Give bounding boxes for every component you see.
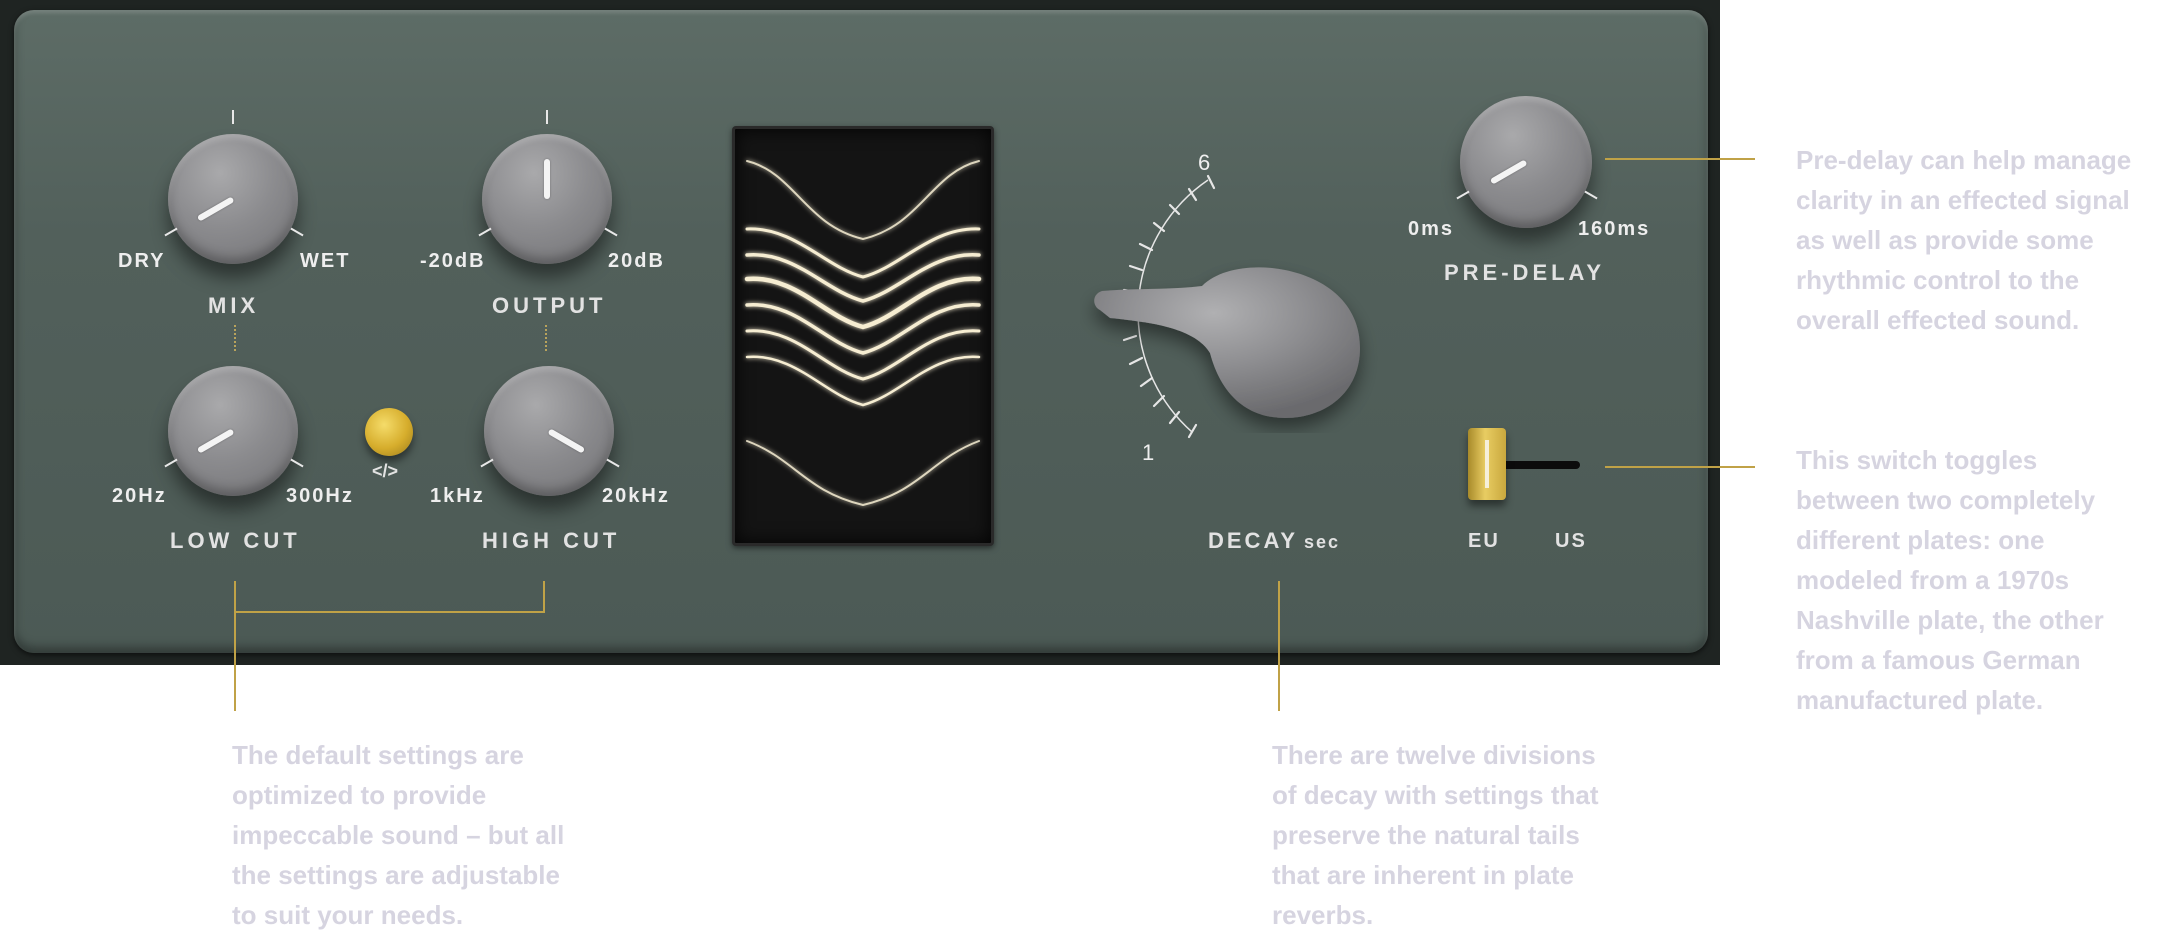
default-settings-note: The default settings are optimized to pr…	[232, 735, 564, 935]
pre-delay-min-label: 0ms	[1408, 218, 1455, 240]
high-cut-knob-pointer	[547, 428, 586, 454]
output-link-dots	[545, 325, 547, 351]
note-line: This switch toggles	[1796, 445, 2038, 475]
decay-note: There are twelve divisions of decay with…	[1272, 735, 1599, 935]
decay-label: DECAY sec	[1208, 528, 1340, 554]
pre-delay-callout-line	[1605, 158, 1755, 160]
note-line: rhythmic control to the	[1796, 265, 2080, 295]
decay-knob[interactable]	[1080, 258, 1380, 433]
switch-eu-label: EU	[1468, 530, 1500, 552]
note-line: preserve the natural tails	[1272, 820, 1580, 850]
decay-label-unit: sec	[1304, 532, 1341, 552]
low-cut-min-label: 20Hz	[112, 485, 167, 507]
output-knob[interactable]	[482, 134, 612, 264]
link-button[interactable]	[365, 408, 413, 456]
note-line: to suit your needs.	[232, 900, 464, 930]
bracket-horizontal	[234, 611, 545, 613]
output-max-label: 20dB	[608, 250, 665, 272]
decay-scale-max: 6	[1198, 150, 1211, 175]
output-label: OUTPUT	[492, 293, 607, 318]
note-line: manufactured plate.	[1796, 685, 2044, 715]
output-min-label: -20dB	[420, 250, 486, 272]
note-line: Nashville plate, the other	[1796, 605, 2104, 635]
mix-knob-pointer	[196, 196, 235, 222]
low-cut-knob-pointer	[196, 428, 235, 454]
mix-knob[interactable]	[168, 134, 298, 264]
pre-delay-knob[interactable]	[1460, 96, 1592, 228]
low-cut-knob[interactable]	[168, 366, 298, 496]
pre-delay-label: PRE-DELAY	[1444, 260, 1606, 285]
high-cut-min-label: 1kHz	[430, 485, 485, 507]
switch-note: This switch toggles between two complete…	[1796, 440, 2104, 720]
note-line: that are inherent in plate	[1272, 860, 1574, 890]
decay-label-main: DECAY	[1208, 528, 1298, 553]
note-line: reverbs.	[1272, 900, 1374, 930]
link-icon: </>	[372, 461, 399, 481]
low-cut-max-label: 300Hz	[286, 485, 354, 507]
mix-label: MIX	[208, 293, 260, 318]
note-line: the settings are adjustable	[232, 860, 560, 890]
mix-min-label: DRY	[118, 250, 166, 272]
output-tick-top	[546, 110, 548, 124]
plate-switch-toggle[interactable]	[1468, 428, 1506, 500]
plate-display	[732, 126, 994, 546]
note-line: overall effected sound.	[1796, 305, 2080, 335]
high-cut-max-label: 20kHz	[602, 485, 670, 507]
high-cut-bracket-right	[543, 581, 545, 613]
mix-tick-top	[232, 110, 234, 124]
mix-max-label: WET	[300, 250, 351, 272]
note-line: of decay with settings that	[1272, 780, 1599, 810]
note-line: optimized to provide	[232, 780, 487, 810]
note-line: There are twelve divisions	[1272, 740, 1596, 770]
note-line: The default settings are	[232, 740, 524, 770]
note-line: from a famous German	[1796, 645, 2081, 675]
note-line: modeled from a 1970s	[1796, 565, 2070, 595]
low-cut-label: LOW CUT	[170, 528, 301, 553]
note-line: impeccable sound – but all	[232, 820, 565, 850]
decay-callout-line	[1278, 581, 1280, 711]
note-line: clarity in an effected signal	[1796, 185, 2130, 215]
note-line: between two completely	[1796, 485, 2096, 515]
decay-scale-min: 1	[1142, 440, 1155, 465]
high-cut-knob[interactable]	[484, 366, 614, 496]
switch-us-label: US	[1555, 530, 1587, 552]
note-line: Pre-delay can help manage	[1796, 145, 2132, 175]
high-cut-label: HIGH CUT	[482, 528, 621, 553]
note-line: different plates: one	[1796, 525, 2045, 555]
pre-delay-knob-pointer	[1489, 159, 1528, 185]
plate-switch-toggle-line	[1485, 440, 1489, 488]
mix-link-dots	[234, 325, 236, 351]
output-knob-pointer	[544, 159, 550, 199]
low-cut-bracket-left	[234, 581, 236, 711]
note-line: as well as provide some	[1796, 225, 2094, 255]
pre-delay-note: Pre-delay can help manage clarity in an …	[1796, 140, 2131, 340]
switch-callout-line	[1605, 466, 1755, 468]
pre-delay-max-label: 160ms	[1578, 218, 1651, 240]
decay-envelope-graphic	[744, 160, 982, 507]
